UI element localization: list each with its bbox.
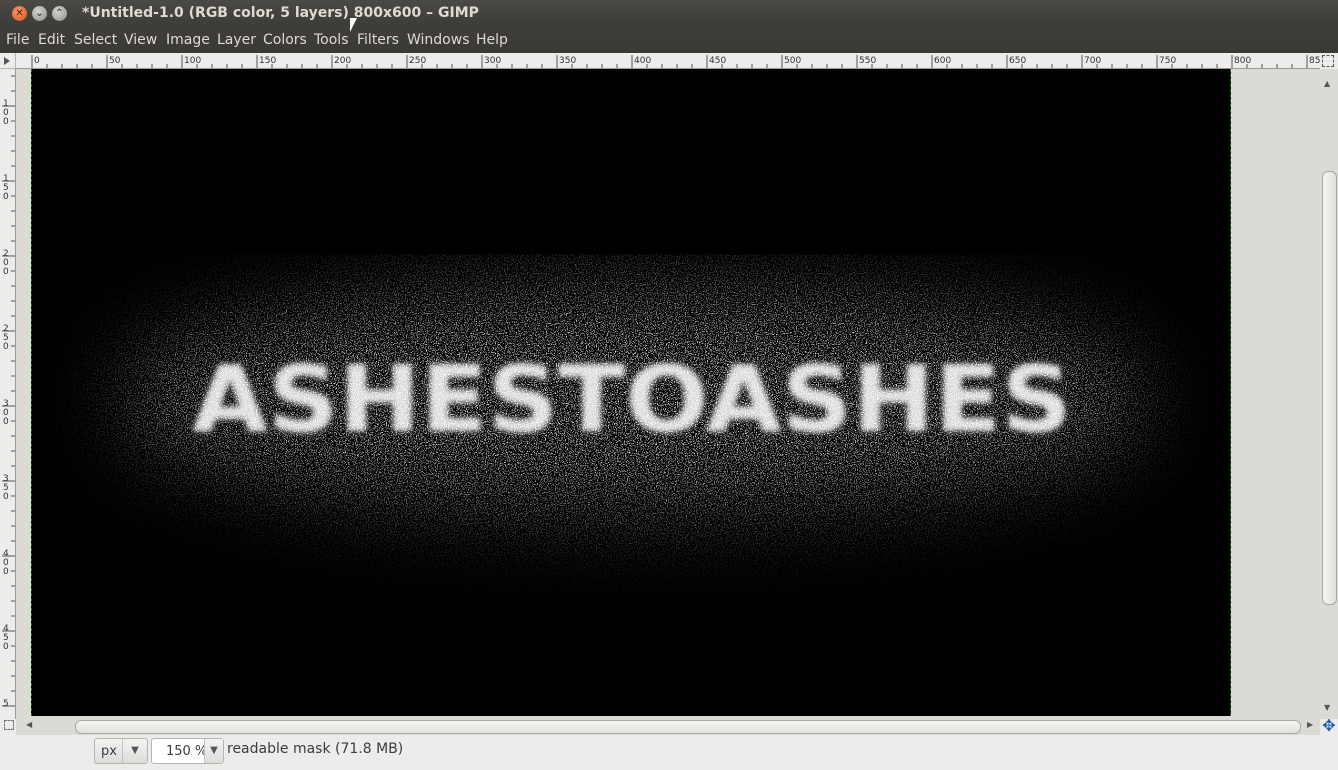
ruler-label: 350 — [559, 56, 576, 66]
ruler-label: 600 — [934, 56, 951, 66]
scroll-left-icon[interactable]: ◀ — [26, 720, 32, 729]
chevron-down-icon: ▼ — [122, 739, 147, 763]
menu-image[interactable]: Image — [166, 32, 210, 48]
close-window-button[interactable]: ✕ — [12, 6, 27, 21]
ruler-label: 0 — [3, 417, 9, 427]
navigate-icon[interactable] — [1322, 55, 1334, 67]
ruler-label: 0 — [3, 267, 9, 277]
menu-file[interactable]: File — [6, 32, 29, 48]
menu-help[interactable]: Help — [476, 32, 508, 48]
horizontal-ruler-ticks: 0 50 100 150 200 250 300 350 400 450 500 550 600 650 7… — [31, 55, 1320, 68]
ruler-label: 750 — [1159, 56, 1176, 66]
ruler-label: 0 — [3, 117, 9, 127]
unit-select[interactable]: px ▼ — [94, 738, 148, 764]
menu-windows[interactable]: Windows — [407, 32, 470, 48]
ruler-label: 450 — [709, 56, 726, 66]
ruler-label: 300 — [484, 56, 501, 66]
ruler-label: 700 — [1084, 56, 1101, 66]
horizontal-ruler[interactable]: 0 50 100 150 200 250 300 350 400 450 500 550 600 650 7… — [16, 53, 1320, 69]
quick-mask-icon — [4, 57, 10, 65]
horizontal-scrollbar[interactable]: ◀ ▶ — [16, 719, 1320, 735]
menu-tools[interactable]: Tools — [314, 32, 349, 48]
ruler-label: 150 — [259, 56, 276, 66]
ruler-label: 0 — [3, 642, 9, 652]
menu-edit[interactable]: Edit — [38, 32, 65, 48]
menu-view[interactable]: View — [124, 32, 157, 48]
quick-mask-toggle[interactable] — [0, 53, 16, 69]
menu-layer[interactable]: Layer — [217, 32, 256, 48]
ruler-label: 5 — [3, 699, 9, 709]
title-bar: ✕ ⌄ ⌃ *Untitled-1.0 (RGB color, 5 layers… — [0, 0, 1338, 28]
move-icon[interactable]: ✥ — [1321, 718, 1337, 734]
window-title: *Untitled-1.0 (RGB color, 5 layers) 800x… — [82, 5, 479, 21]
scroll-down-icon[interactable]: ▼ — [1324, 703, 1330, 712]
ruler-label: 400 — [634, 56, 651, 66]
vertical-ruler-ticks: 1001502002503003504004505 — [2, 75, 15, 709]
scroll-up-icon[interactable]: ▲ — [1324, 79, 1330, 88]
image-canvas[interactable]: ASHESTOASHES ASHESTOASHES — [31, 69, 1231, 716]
canvas-artwork: ASHESTOASHES ASHESTOASHES — [112, 289, 1152, 509]
chevron-down-icon[interactable]: ▼ — [204, 739, 223, 763]
canvas-text: ASHESTOASHES — [192, 346, 1072, 453]
ruler-label: 550 — [859, 56, 876, 66]
menu-bar: File Edit Select View Image Layer Colors… — [0, 28, 1338, 53]
menu-colors[interactable]: Colors — [263, 32, 307, 48]
ruler-label: 100 — [184, 56, 201, 66]
ruler-label: 50 — [109, 56, 121, 66]
minimize-window-button[interactable]: ⌄ — [32, 6, 47, 21]
mouse-pointer-icon — [350, 18, 357, 32]
ruler-label: 85 — [1309, 56, 1320, 66]
ruler-label: 0 — [3, 492, 9, 502]
maximize-window-button[interactable]: ⌃ — [52, 6, 67, 21]
zoom-combo[interactable]: 150 % ▼ — [151, 738, 224, 764]
ruler-label: 0 — [3, 567, 9, 577]
ruler-label: 200 — [334, 56, 351, 66]
vertical-scrollbar[interactable]: ▲ ▼ — [1320, 69, 1338, 719]
zoom-fit-icon[interactable] — [4, 720, 14, 730]
horizontal-scroll-thumb[interactable] — [75, 720, 1301, 734]
ruler-label: 650 — [1009, 56, 1026, 66]
menu-filters[interactable]: Filters — [357, 32, 399, 48]
zoom-value[interactable]: 150 % — [166, 744, 207, 759]
vertical-ruler[interactable]: 1001502002503003504004505 — [0, 69, 16, 719]
scroll-right-icon[interactable]: ▶ — [1307, 720, 1313, 729]
ruler-label: 0 — [3, 342, 9, 352]
ruler-label: 500 — [784, 56, 801, 66]
ruler-label: 250 — [409, 56, 426, 66]
status-message: readable mask (71.8 MB) — [227, 741, 404, 757]
ruler-label: 0 — [3, 192, 9, 202]
status-bar: px ▼ 150 % ▼ readable mask (71.8 MB) — [0, 735, 1338, 770]
unit-value: px — [101, 744, 117, 759]
ruler-label: 0 — [34, 56, 40, 66]
vertical-scroll-thumb[interactable] — [1322, 171, 1337, 605]
menu-select[interactable]: Select — [74, 32, 117, 48]
ruler-label: 800 — [1234, 56, 1251, 66]
